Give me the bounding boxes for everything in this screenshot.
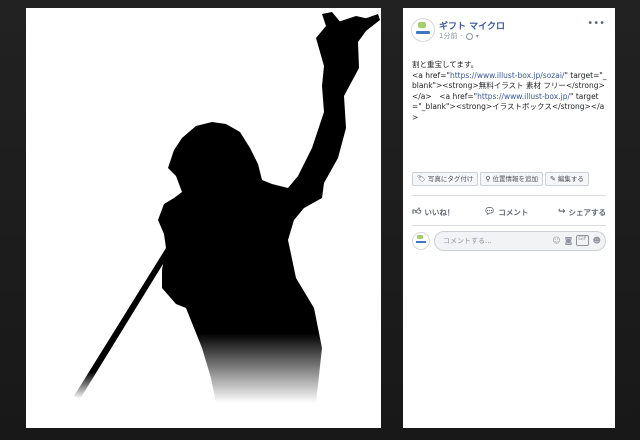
post-header: ギフト マイクロ 1分前 · ▾ ••• bbox=[403, 8, 615, 48]
post-sidebar: ギフト マイクロ 1分前 · ▾ ••• 割と重宝してます。 <a href="… bbox=[403, 8, 615, 428]
post-body-line1: 割と重宝してます。 bbox=[412, 60, 479, 69]
like-label: いいね！ bbox=[424, 207, 455, 217]
camera-icon[interactable]: ◙ bbox=[565, 235, 573, 246]
singer-silhouette-image bbox=[74, 12, 380, 403]
post-meta: 1分前 · ▾ bbox=[439, 31, 479, 41]
sticker-icon[interactable]: ☻ bbox=[593, 235, 601, 246]
gif-icon[interactable]: GIF bbox=[576, 235, 589, 246]
add-location-button[interactable]: ⚲ 位置情報を追加 bbox=[480, 172, 544, 186]
photo-tools-bar: 🏷 写真にタグ付け ⚲ 位置情報を追加 ✎ 編集する bbox=[412, 172, 589, 186]
add-location-label: 位置情報を追加 bbox=[492, 175, 539, 183]
post-body-text: <a href=" bbox=[412, 70, 450, 80]
chevron-down-icon[interactable]: ▾ bbox=[476, 33, 479, 40]
page-avatar[interactable] bbox=[411, 18, 435, 42]
like-button[interactable]: 👍︎ いいね！ bbox=[412, 204, 454, 220]
edit-button[interactable]: ✎ 編集する bbox=[545, 172, 589, 186]
post-link-sozai[interactable]: https://www.illust-box.jp/sozai/ bbox=[450, 71, 565, 80]
tag-icon: 🏷 bbox=[417, 175, 426, 183]
photo-viewer[interactable] bbox=[26, 8, 381, 428]
share-label: シェアする bbox=[568, 207, 606, 217]
tag-photo-button[interactable]: 🏷 写真にタグ付け bbox=[412, 172, 479, 186]
divider bbox=[412, 195, 606, 196]
post-timestamp[interactable]: 1分前 bbox=[439, 31, 457, 41]
more-options-icon[interactable]: ••• bbox=[587, 18, 605, 29]
share-button[interactable]: ↪ シェアする bbox=[558, 204, 606, 220]
post-actions: 👍︎ いいね！ 💬︎ コメント ↪ シェアする bbox=[412, 204, 606, 220]
location-pin-icon: ⚲ bbox=[485, 175, 491, 183]
edit-label: 編集する bbox=[557, 175, 584, 183]
globe-icon[interactable] bbox=[465, 32, 473, 40]
thumbs-up-icon: 👍︎ bbox=[412, 207, 422, 217]
comment-label: コメント bbox=[498, 207, 529, 217]
commenter-avatar[interactable] bbox=[412, 232, 430, 250]
comment-composer: コメントする... ☺ ◙ GIF ☻ bbox=[412, 231, 606, 251]
comment-placeholder: コメントする... bbox=[443, 237, 492, 245]
share-arrow-icon: ↪ bbox=[557, 207, 566, 217]
tag-photo-label: 写真にタグ付け bbox=[427, 175, 474, 183]
emoji-icon[interactable]: ☺ bbox=[552, 235, 560, 246]
comment-tools: ☺ ◙ GIF ☻ bbox=[552, 235, 601, 246]
comment-bubble-icon: 💬︎ bbox=[483, 207, 496, 217]
pencil-icon: ✎ bbox=[550, 175, 556, 183]
divider bbox=[412, 225, 606, 226]
post-link-illustbox[interactable]: https://www.illust-box.jp/ bbox=[477, 92, 570, 101]
post-body: 割と重宝してます。 <a href="https://www.illust-bo… bbox=[412, 60, 610, 123]
comment-input[interactable]: コメントする... ☺ ◙ GIF ☻ bbox=[434, 231, 606, 251]
comment-button[interactable]: 💬︎ コメント bbox=[484, 204, 528, 220]
